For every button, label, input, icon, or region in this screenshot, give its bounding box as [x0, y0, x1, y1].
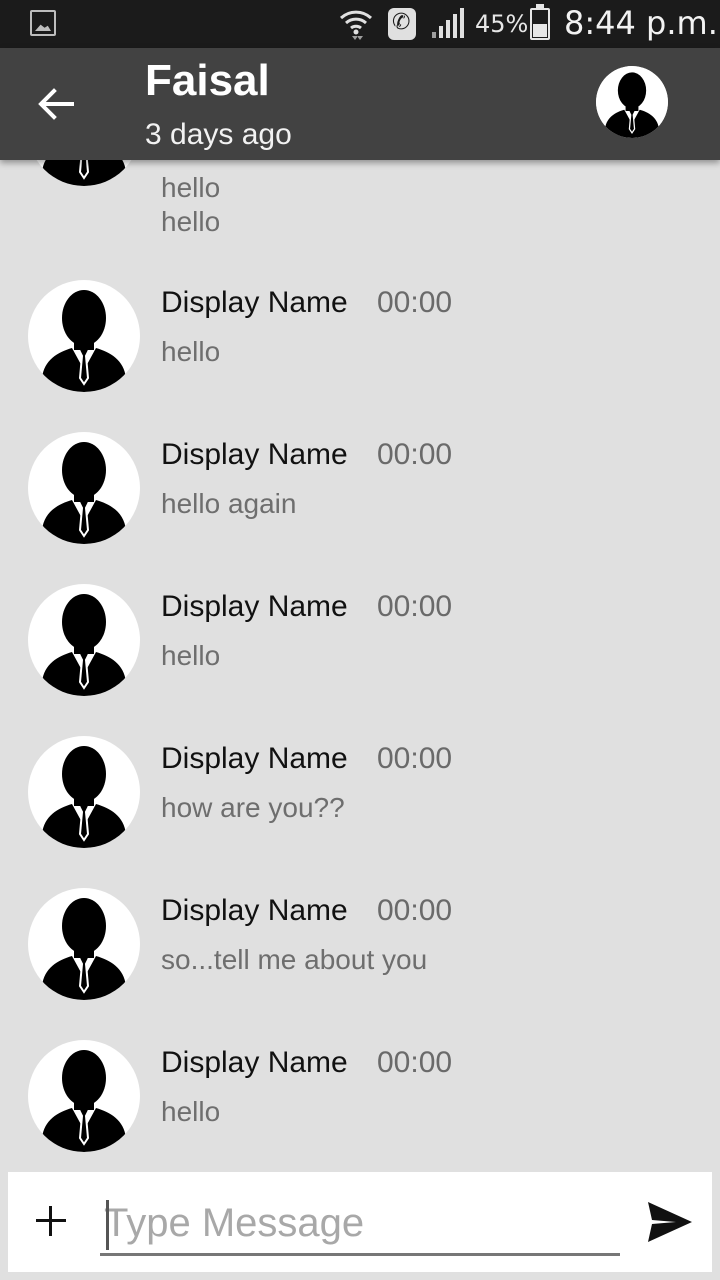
sender-name: Display Name — [161, 286, 348, 319]
send-icon[interactable] — [646, 1200, 694, 1244]
message-item[interactable]: Display Name 00:00 hello again — [0, 432, 720, 582]
message-input[interactable] — [100, 1194, 620, 1256]
message-text: hello — [161, 172, 221, 203]
person-icon — [596, 66, 668, 138]
person-icon — [42, 160, 126, 186]
message-time: 00:00 — [377, 438, 453, 471]
message-item[interactable]: Display Name 00:00 so...tell me about yo… — [0, 888, 720, 1038]
avatar — [28, 888, 140, 1000]
message-text: hello — [161, 206, 221, 237]
call-icon — [388, 8, 416, 40]
message-text: hello — [161, 336, 221, 367]
message-time: 00:00 — [377, 742, 453, 775]
person-icon — [42, 290, 126, 392]
avatar — [28, 1040, 140, 1152]
app-bar: Faisal 3 days ago — [0, 48, 720, 160]
wifi-icon — [339, 10, 373, 40]
message-item[interactable]: Display Name 00:00 hello — [0, 584, 720, 734]
sender-name: Display Name — [161, 894, 348, 927]
person-icon — [42, 1050, 126, 1152]
gallery-icon — [30, 10, 56, 36]
back-arrow-icon[interactable] — [30, 78, 82, 130]
message-time: 00:00 — [377, 590, 453, 623]
message-composer — [8, 1172, 712, 1272]
person-icon — [42, 442, 126, 544]
message-time: 00:00 — [377, 1046, 453, 1079]
message-text: hello again — [161, 488, 297, 519]
message-list[interactable]: hello hello Display Name 00:00 hello Dis… — [0, 160, 720, 1170]
clock: 8:44 p.m. — [564, 4, 718, 42]
sender-name: Display Name — [161, 438, 348, 471]
avatar — [28, 584, 140, 696]
contact-avatar[interactable] — [596, 66, 668, 138]
message-text: so...tell me about you — [161, 944, 428, 975]
text-cursor — [106, 1200, 109, 1250]
add-attachment-button[interactable] — [30, 1200, 72, 1242]
signal-icon — [432, 8, 464, 38]
sender-name: Display Name — [161, 1046, 348, 1079]
battery-percent: 45% — [475, 10, 529, 38]
message-item[interactable]: Display Name 00:00 how are you?? — [0, 736, 720, 886]
person-icon — [42, 898, 126, 1000]
avatar — [28, 736, 140, 848]
sender-name: Display Name — [161, 742, 348, 775]
message-text: hello — [161, 1096, 221, 1127]
message-item-partial: hello hello — [0, 160, 720, 237]
message-time: 00:00 — [377, 894, 453, 927]
message-item[interactable]: Display Name 00:00 hello — [0, 1040, 720, 1170]
message-text: how are you?? — [161, 792, 345, 823]
avatar — [28, 160, 140, 186]
message-item[interactable]: Display Name 00:00 hello — [0, 280, 720, 430]
battery-icon — [530, 4, 550, 40]
avatar — [28, 280, 140, 392]
sender-name: Display Name — [161, 590, 348, 623]
message-time: 00:00 — [377, 286, 453, 319]
person-icon — [42, 746, 126, 848]
last-seen: 3 days ago — [145, 118, 292, 151]
avatar — [28, 432, 140, 544]
message-text: hello — [161, 640, 221, 671]
person-icon — [42, 594, 126, 696]
status-bar: 45% 8:44 p.m. — [0, 0, 720, 48]
contact-name: Faisal — [145, 56, 270, 105]
